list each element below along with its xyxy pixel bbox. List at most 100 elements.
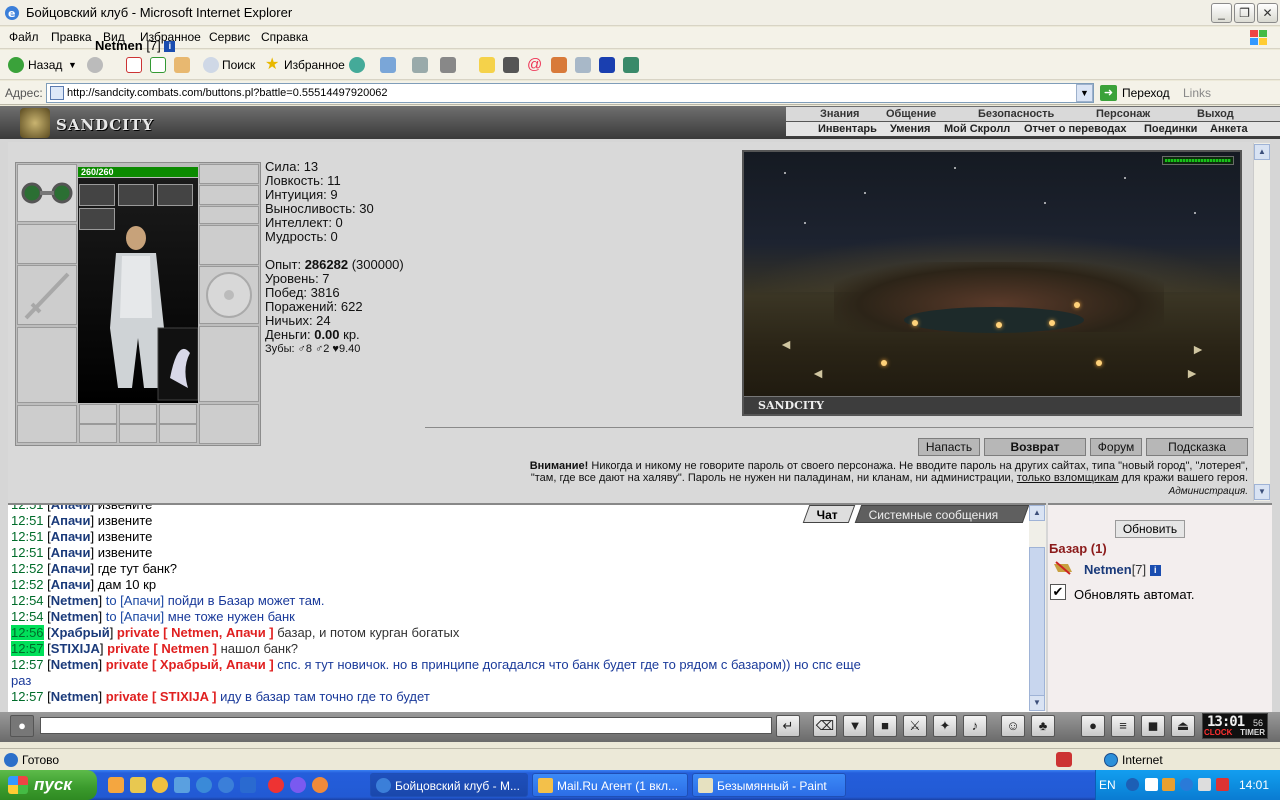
chat-time[interactable]: 12:51: [11, 513, 44, 528]
chat-scroll-thumb[interactable]: [1029, 547, 1045, 697]
nav-transfer-report[interactable]: Отчет о переводах: [1024, 122, 1127, 136]
back-arrow-icon[interactable]: [8, 57, 24, 73]
chat-time[interactable]: 12:52: [11, 577, 44, 592]
quicklaunch-folder-icon[interactable]: [108, 777, 124, 793]
magic-icon[interactable]: ✦: [933, 715, 957, 737]
chat-time[interactable]: 12:57: [11, 657, 44, 672]
menu-file[interactable]: Файл: [9, 30, 39, 44]
go-button[interactable]: ➜ Переход: [1100, 84, 1170, 102]
tray-usb-icon[interactable]: [1198, 778, 1211, 791]
chat-private-tag[interactable]: private [ STIXIJA ]: [102, 689, 217, 704]
close-button[interactable]: ✕: [1257, 3, 1278, 23]
tab-system-messages[interactable]: Системные сообщения: [854, 505, 1030, 523]
forward-arrow-icon[interactable]: [87, 57, 103, 73]
scroll-icon[interactable]: ≡: [1111, 715, 1135, 737]
chat-settings-icon[interactable]: ●: [10, 715, 34, 737]
search-icon[interactable]: [203, 57, 219, 73]
nav-inventory[interactable]: Инвентарь: [818, 122, 877, 136]
nav-communication[interactable]: Общение: [886, 107, 936, 121]
refresh-button[interactable]: Обновить: [1115, 520, 1185, 538]
chat-time[interactable]: 12:54: [11, 609, 44, 624]
nav-knowledge[interactable]: Знания: [820, 107, 859, 121]
maximize-button[interactable]: ❐: [1234, 3, 1255, 23]
amulet-slot[interactable]: [199, 185, 259, 205]
tray-security-icon[interactable]: [1162, 778, 1175, 791]
spell-slot-1[interactable]: [79, 404, 117, 424]
fight-icon[interactable]: ⚔: [903, 715, 927, 737]
weapon-slot[interactable]: [17, 265, 77, 325]
chat-nick[interactable]: Апачи: [51, 513, 91, 528]
chat-scrollbar[interactable]: ▲ ▼: [1029, 505, 1046, 711]
back-dropdown-icon[interactable]: ▼: [68, 55, 77, 75]
map-arrow-forward-icon[interactable]: ►: [1180, 366, 1204, 380]
earring-slot[interactable]: [199, 164, 259, 184]
nav-fights[interactable]: Поединки: [1144, 122, 1197, 136]
sound-icon[interactable]: ♪: [963, 715, 987, 737]
nav-my-scroll[interactable]: Мой Скролл: [944, 122, 1010, 136]
chat-private-tag[interactable]: private [ Netmen, Апачи ]: [113, 625, 274, 640]
chat-scroll-down-icon[interactable]: ▼: [1029, 695, 1045, 711]
tray-globe-icon[interactable]: [1180, 778, 1193, 791]
spell-slot-3[interactable]: [159, 404, 197, 424]
history-icon[interactable]: [349, 57, 365, 73]
language-indicator[interactable]: EN: [1099, 778, 1116, 792]
chat-input[interactable]: [40, 717, 772, 734]
at-icon[interactable]: @: [527, 57, 543, 73]
chat-time[interactable]: 12:57: [11, 641, 44, 656]
tray-expand-icon[interactable]: [1126, 778, 1139, 791]
tab-chat[interactable]: Чат: [802, 505, 856, 523]
chat-time[interactable]: 12:54: [11, 593, 44, 608]
messenger-icon[interactable]: [623, 57, 639, 73]
user-name[interactable]: Netmen: [1084, 562, 1132, 577]
chat-nick[interactable]: Апачи: [51, 577, 91, 592]
task-ie[interactable]: Бойцовский клуб - М...: [370, 773, 528, 797]
translate-icon[interactable]: [575, 57, 591, 73]
location-map[interactable]: ◄ ◄ ► ► SANDCITY: [742, 150, 1242, 416]
chat-nick[interactable]: STIXIJA: [51, 641, 100, 656]
nav-exit[interactable]: Выход: [1197, 107, 1234, 121]
chat-recipient[interactable]: to [Апачи]: [102, 593, 164, 608]
forum-button[interactable]: Форум: [1090, 438, 1142, 456]
edit-icon[interactable]: [440, 57, 456, 73]
chat-time[interactable]: 12:56: [11, 625, 44, 640]
map-arrow-right-icon[interactable]: ►: [1186, 342, 1210, 356]
chat-time[interactable]: 12:57: [11, 689, 44, 704]
helmet-slot[interactable]: [17, 164, 77, 222]
bag-icon[interactable]: ●: [1081, 715, 1105, 737]
item-slot-4[interactable]: [79, 208, 115, 230]
auto-refresh-checkbox[interactable]: ✔: [1050, 584, 1066, 600]
nav-profile[interactable]: Анкета: [1210, 122, 1248, 136]
hint-button[interactable]: Подсказка: [1146, 438, 1248, 456]
quicklaunch-globe-icon[interactable]: [196, 777, 212, 793]
menu-edit[interactable]: Правка: [51, 30, 92, 44]
chat-nick[interactable]: Netmen: [51, 593, 99, 608]
tray-volume-icon[interactable]: [1216, 778, 1229, 791]
chat-mode-icon[interactable]: ◼: [1141, 715, 1165, 737]
chat-private-tag[interactable]: private [ Netmen ]: [104, 641, 217, 656]
refresh-icon[interactable]: [150, 57, 166, 73]
quicklaunch-player-icon[interactable]: [290, 777, 306, 793]
map-arrow-back-icon[interactable]: ◄: [806, 366, 830, 380]
spell-slot-2[interactable]: [119, 404, 157, 424]
hackers-link[interactable]: только взломщикам: [1017, 472, 1119, 484]
quicklaunch-mail-icon[interactable]: [312, 777, 328, 793]
item-slot-3[interactable]: [157, 184, 193, 206]
chat-time[interactable]: 12:51: [11, 545, 44, 560]
menu-tools[interactable]: Сервис: [209, 30, 250, 44]
scroll-down-icon[interactable]: ▼: [1254, 484, 1270, 500]
quicklaunch-chat-icon[interactable]: [174, 777, 190, 793]
start-button[interactable]: пуск: [0, 770, 97, 800]
gloves-slot[interactable]: [199, 225, 259, 265]
quicklaunch-clock-icon[interactable]: [152, 777, 168, 793]
armor-slot[interactable]: [17, 327, 77, 403]
item-slot-2[interactable]: [118, 184, 154, 206]
popup-blocked-icon[interactable]: [1056, 752, 1072, 767]
save-icon[interactable]: ■: [873, 715, 897, 737]
item-slot-1[interactable]: [79, 184, 115, 206]
tool-icon[interactable]: [503, 57, 519, 73]
nav-security[interactable]: Безопасность: [978, 107, 1054, 121]
menu-help[interactable]: Справка: [261, 30, 308, 44]
chat-nick[interactable]: Апачи: [51, 545, 91, 560]
chat-scroll-up-icon[interactable]: ▲: [1029, 505, 1045, 521]
nav-skills[interactable]: Умения: [890, 122, 930, 136]
